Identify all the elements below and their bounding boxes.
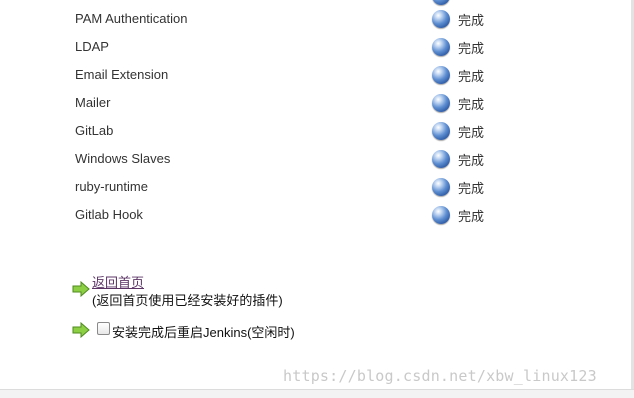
plugin-status: 完成 — [432, 205, 484, 225]
plugin-name: PAM Authentication — [75, 11, 188, 26]
status-text: 完成 — [458, 96, 485, 112]
plugin-row: Windows Slaves 完成 — [0, 144, 634, 172]
plugin-status: 完成 — [432, 177, 484, 197]
status-ball-icon — [432, 38, 450, 56]
plugin-row: ruby-runtime 完成 — [0, 172, 634, 200]
plugin-name: Email Extension — [75, 67, 169, 82]
status-text: 完成 — [458, 68, 485, 84]
status-text: 完成 — [458, 208, 485, 224]
status-text: 完成 — [458, 40, 485, 56]
plugin-name: Gitlab Hook — [75, 207, 143, 222]
home-link-description: (返回首页使用已经安装好的插件) — [92, 293, 283, 308]
status-ball-icon — [432, 122, 450, 140]
status-ball-icon — [432, 94, 450, 112]
watermark-text: https://blog.csdn.net/xbw_linux123 — [283, 367, 597, 385]
home-link[interactable]: 返回首页 — [92, 272, 144, 291]
green-arrow-icon — [72, 281, 90, 297]
restart-checkbox-label[interactable]: 安装完成后重启Jenkins(空闲时) — [112, 322, 295, 341]
plugin-status: 完成 — [432, 9, 484, 29]
plugin-status: 完成 — [432, 149, 484, 169]
restart-checkbox[interactable] — [97, 322, 110, 335]
status-text: 完成 — [458, 152, 485, 168]
plugin-row: Email Extension 完成 — [0, 60, 634, 88]
status-ball-icon — [432, 206, 450, 224]
plugin-row: GitLab 完成 — [0, 116, 634, 144]
green-arrow-icon — [72, 322, 90, 338]
status-text: 完成 — [458, 12, 485, 28]
plugin-name: Windows Slaves — [75, 151, 171, 166]
status-text: 完成 — [458, 124, 485, 140]
status-ball-icon — [432, 66, 450, 84]
status-ball-icon — [432, 10, 450, 28]
status-ball-icon — [432, 178, 450, 196]
plugin-status: 完成 — [432, 121, 484, 141]
plugin-status: 完成 — [432, 65, 484, 85]
plugin-name: ruby-runtime — [75, 179, 148, 194]
plugin-status: 完成 — [432, 93, 484, 113]
plugin-name: LDAP — [75, 39, 109, 54]
plugin-name: GitLab — [75, 123, 114, 138]
status-ball-icon — [432, 150, 450, 168]
plugin-row: Gitlab Hook 完成 — [0, 200, 634, 228]
status-text: 完成 — [458, 180, 485, 196]
plugin-row: PAM Authentication 完成 — [0, 4, 634, 32]
plugin-status: 完成 — [432, 37, 484, 57]
plugin-row: Mailer 完成 — [0, 88, 634, 116]
plugin-install-list: PAM Authentication 完成 LDAP 完成 Email Exte… — [0, 4, 634, 228]
plugin-row: LDAP 完成 — [0, 32, 634, 60]
plugin-name: Mailer — [75, 95, 111, 110]
